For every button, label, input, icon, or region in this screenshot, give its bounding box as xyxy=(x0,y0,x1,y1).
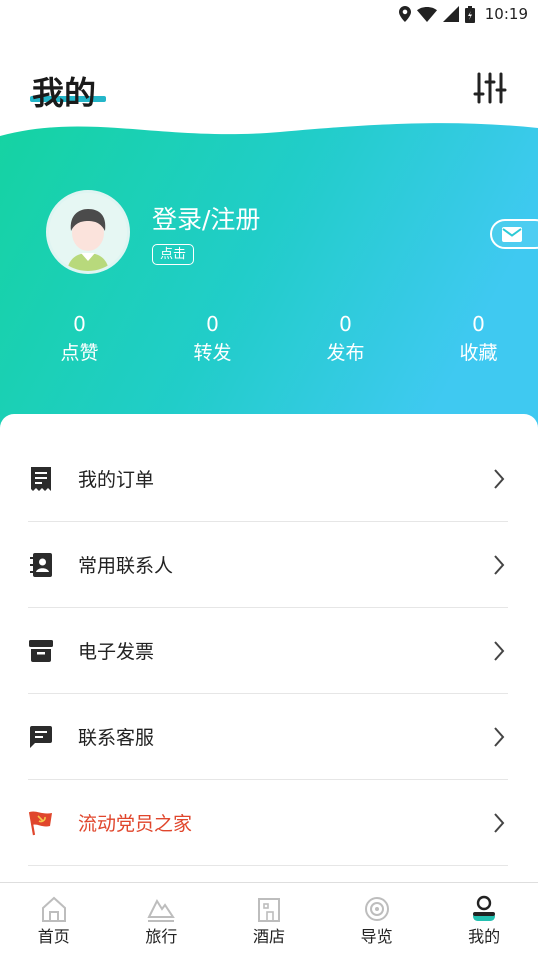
location-icon xyxy=(398,6,411,22)
tab-home[interactable]: 首页 xyxy=(0,883,108,956)
stat-value: 0 xyxy=(73,312,86,336)
tab-label: 导览 xyxy=(360,927,393,946)
stat-value: 0 xyxy=(339,312,352,336)
service-chat-icon xyxy=(30,725,52,748)
menu-label: 联系客服 xyxy=(78,727,155,749)
menu-item-orders[interactable]: 我的订单 xyxy=(28,436,508,522)
stat-shares[interactable]: 0 转发 xyxy=(146,310,279,368)
battery-icon xyxy=(464,5,475,23)
page-title: 我的 xyxy=(32,74,97,112)
tab-guide[interactable]: 导览 xyxy=(323,883,431,956)
travel-icon xyxy=(147,898,176,922)
stat-posts[interactable]: 0 发布 xyxy=(279,310,412,368)
order-icon xyxy=(31,466,51,491)
invoice-icon xyxy=(29,639,53,662)
tab-label: 我的 xyxy=(468,927,501,946)
chevron-right-icon xyxy=(494,640,505,661)
menu-label: 电子发票 xyxy=(78,641,155,663)
avatar-icon xyxy=(49,193,127,271)
menu-item-invoice[interactable]: 电子发票 xyxy=(28,608,508,694)
stat-label: 收藏 xyxy=(459,342,498,364)
status-time: 10:19 xyxy=(484,5,528,23)
bottom-tab-bar: 首页 旅行 酒店 导览 我的 xyxy=(0,882,538,956)
chevron-right-icon xyxy=(494,468,505,489)
tab-label: 酒店 xyxy=(252,927,285,946)
menu-item-customer-service[interactable]: 联系客服 xyxy=(28,694,508,780)
tab-travel[interactable]: 旅行 xyxy=(108,883,216,956)
chevron-right-icon xyxy=(494,554,505,575)
menu-item-party-home[interactable]: 流动党员之家 xyxy=(28,780,508,866)
stat-label: 点赞 xyxy=(60,342,99,364)
party-flag-icon xyxy=(28,811,52,835)
stat-favorites[interactable]: 0 收藏 xyxy=(412,310,538,368)
menu-card: 我的订单 常用联系人 电子发票 联系客服 流动党员之家 xyxy=(0,414,538,884)
tab-hotel[interactable]: 酒店 xyxy=(215,883,323,956)
menu-item-contacts[interactable]: 常用联系人 xyxy=(28,522,508,608)
wifi-icon xyxy=(416,6,437,22)
profile-icon xyxy=(473,895,496,921)
mail-icon xyxy=(502,227,522,242)
click-tag[interactable]: 点击 xyxy=(152,244,195,265)
menu-label: 我的订单 xyxy=(78,469,155,491)
chevron-right-icon xyxy=(494,812,505,833)
settings-button[interactable] xyxy=(472,70,508,106)
tab-profile[interactable]: 我的 xyxy=(430,883,538,956)
message-button[interactable] xyxy=(490,219,538,249)
stat-value: 0 xyxy=(206,312,219,336)
stats-row: 0 点赞 0 转发 0 发布 0 收藏 xyxy=(13,310,538,368)
stat-likes[interactable]: 0 点赞 xyxy=(13,310,146,368)
contacts-icon xyxy=(30,552,52,577)
avatar[interactable] xyxy=(46,190,130,274)
page-header: 我的 xyxy=(0,60,538,120)
guide-icon xyxy=(364,897,389,921)
menu-label: 流动党员之家 xyxy=(78,813,193,835)
home-icon xyxy=(41,896,66,922)
stat-label: 发布 xyxy=(326,342,365,364)
tab-label: 旅行 xyxy=(145,927,178,946)
login-register-link[interactable]: 登录/注册 xyxy=(152,200,260,236)
signal-icon xyxy=(442,6,459,22)
sliders-icon xyxy=(473,72,507,104)
status-bar: 10:19 xyxy=(0,0,538,30)
menu-label: 常用联系人 xyxy=(78,555,174,577)
profile-banner xyxy=(0,123,538,430)
stat-label: 转发 xyxy=(193,342,232,364)
tab-label: 首页 xyxy=(37,927,70,946)
chevron-right-icon xyxy=(494,726,505,747)
hotel-icon xyxy=(257,898,280,922)
stat-value: 0 xyxy=(472,312,485,336)
